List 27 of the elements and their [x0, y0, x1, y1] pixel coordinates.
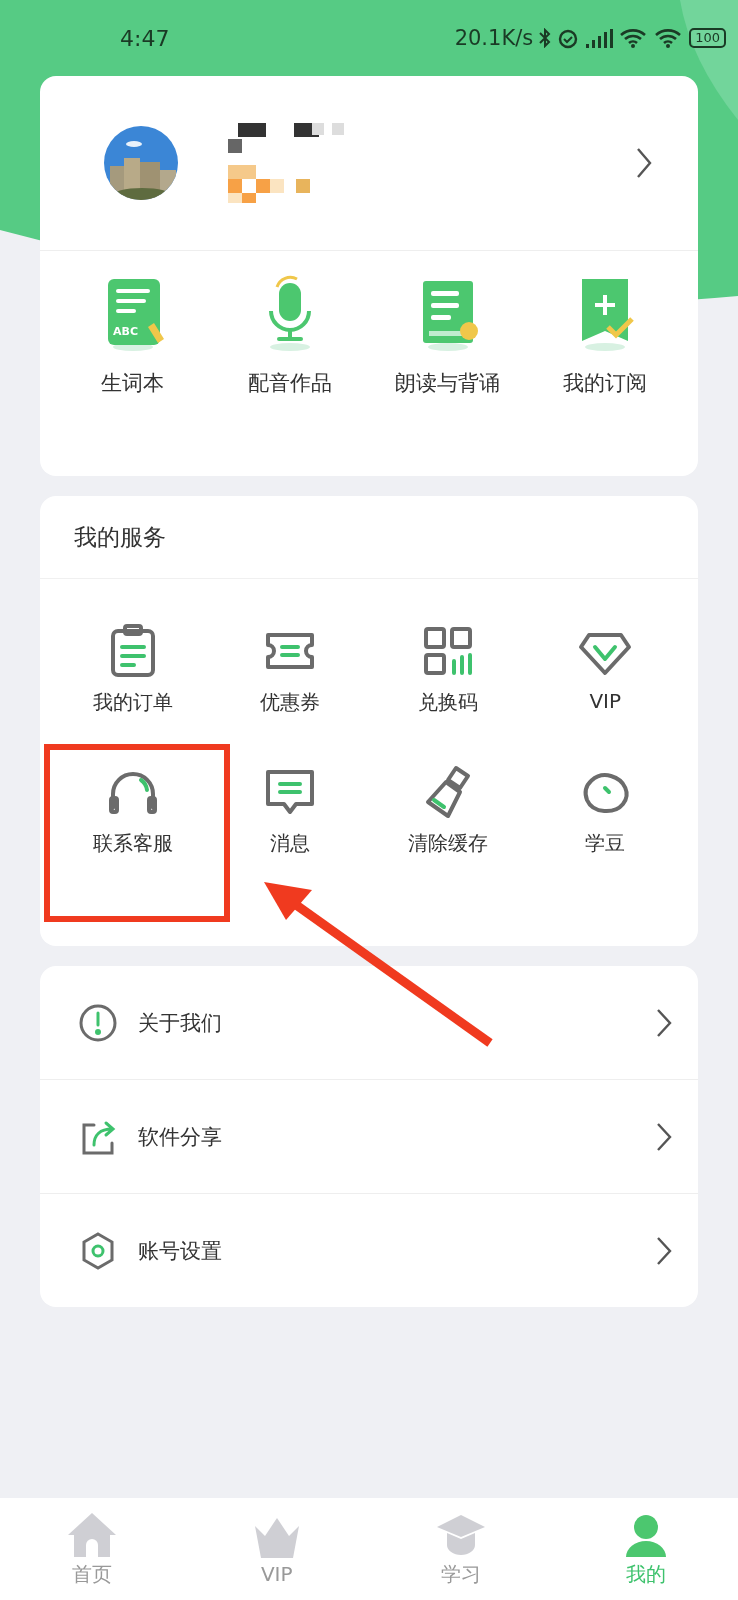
menu-row[interactable]: 账号设置 [40, 1193, 698, 1307]
service-label[interactable]: VIP [589, 689, 622, 713]
service-label[interactable]: 学豆 [585, 830, 626, 857]
menu-row[interactable]: 关于我们 [40, 966, 698, 1079]
shortcut-label[interactable]: 配音作品 [248, 369, 333, 397]
shortcut-label[interactable]: 我的订阅 [563, 369, 648, 397]
section-title: 我的服务 [40, 496, 698, 579]
chevron-right-icon[interactable] [636, 147, 652, 179]
signal-icon [584, 27, 615, 49]
exclamation-circle-icon [78, 1002, 118, 1043]
alarm-icon [557, 27, 580, 49]
chevron-right-icon [656, 1235, 672, 1266]
service-label[interactable]: 我的订单 [92, 689, 173, 716]
service-label[interactable]: 兑换码 [417, 689, 478, 716]
battery-indicator: 100 [689, 28, 726, 48]
shortcut-label[interactable]: 生词本 [101, 369, 165, 397]
service-label[interactable]: 联系客服 [92, 830, 173, 857]
chevron-right-icon [656, 1121, 672, 1152]
bluetooth-icon [538, 28, 553, 48]
shortcut-label[interactable]: 朗读与背诵 [395, 369, 501, 397]
service-label[interactable]: 消息 [270, 830, 311, 857]
status-time: 4:47 [120, 25, 170, 51]
service-label[interactable]: 清除缓存 [407, 830, 488, 857]
chevron-right-icon [656, 1007, 672, 1038]
menu-row[interactable]: 软件分享 [40, 1079, 698, 1193]
network-speed: 20.1K/s [454, 26, 534, 50]
service-label[interactable]: 优惠券 [260, 689, 321, 716]
